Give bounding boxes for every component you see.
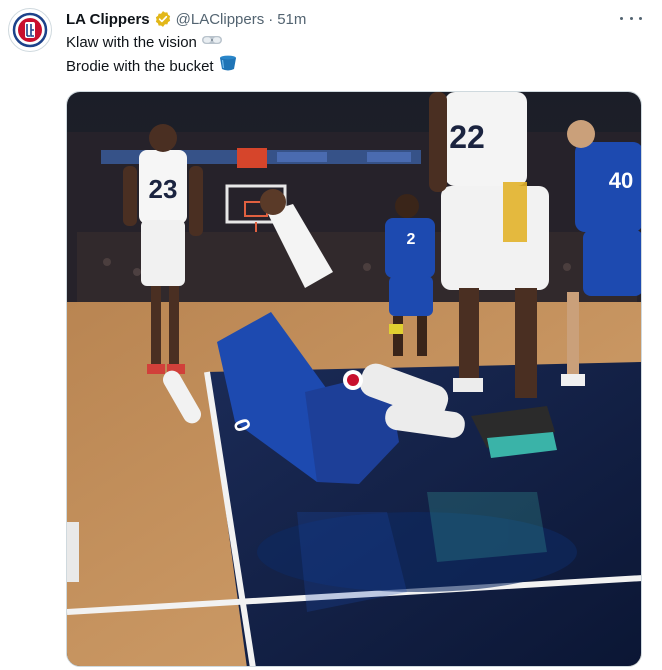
tweet-text: Klaw with the vision Brodie with the buc… [66,32,238,79]
display-name[interactable]: LA Clippers [66,11,150,28]
jersey-number: 23 [149,174,178,204]
jersey-number: 22 [449,119,485,155]
la-clippers-logo-icon [11,11,49,49]
basketball-game-photo: 23 2 22 40 0 [67,92,641,666]
tweet-text-line: Brodie with the bucket [66,54,238,79]
tweet-text-line: Klaw with the vision [66,32,238,54]
handle[interactable]: @LAClippers [176,11,265,28]
goggles-icon [201,32,223,54]
tweet-header: LA Clippers @LAClippers · 51m [66,9,306,29]
tweet-text-line-1: Klaw with the vision [66,34,197,51]
tweet-media[interactable]: 23 2 22 40 0 [66,91,642,667]
tweet-card: LA Clippers @LAClippers · 51m Klaw with … [0,0,662,670]
separator-dot: · [268,10,274,28]
more-options-icon[interactable] [620,10,642,26]
gold-check-icon[interactable] [154,10,172,28]
jersey-number: 40 [609,168,633,193]
avatar[interactable] [8,8,52,52]
timestamp[interactable]: 51m [277,11,306,28]
tweet-text-line-2: Brodie with the bucket [66,57,214,75]
jersey-number: 2 [407,231,416,248]
bucket-icon [218,54,238,79]
